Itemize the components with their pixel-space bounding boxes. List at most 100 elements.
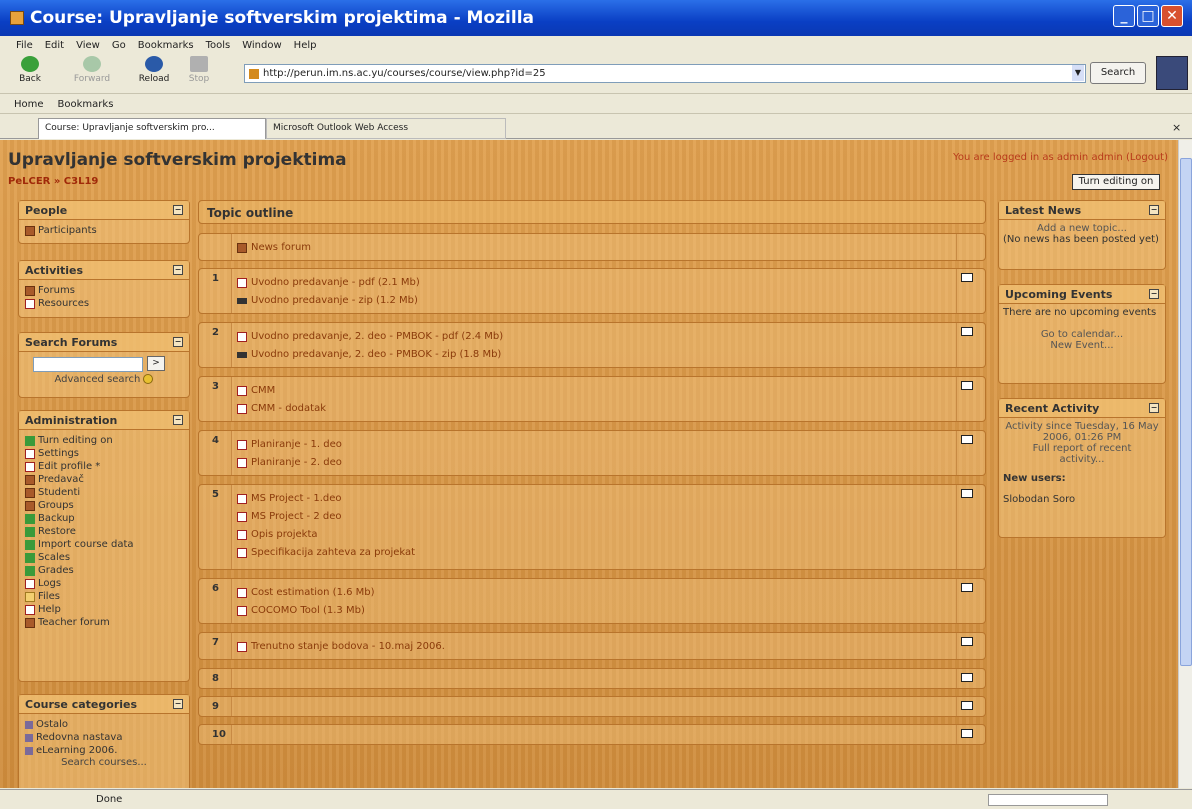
highlight-toggle[interactable] xyxy=(961,327,973,336)
close-button[interactable]: ✕ xyxy=(1161,5,1183,27)
menu-edit[interactable]: Edit xyxy=(45,40,64,51)
admin-import[interactable]: Import course data xyxy=(19,538,189,551)
turn-editing-on-button[interactable]: Turn editing on xyxy=(1072,174,1160,190)
vertical-scrollbar[interactable] xyxy=(1178,140,1192,788)
resource-link[interactable]: Uvodno predavanje, 2. deo - PMBOK - pdf … xyxy=(237,331,503,342)
admin-help[interactable]: Help xyxy=(19,603,189,616)
participants-link[interactable]: Participants xyxy=(19,224,189,237)
highlight-toggle[interactable] xyxy=(961,673,973,682)
resource-link[interactable]: Uvodno predavanje, 2. deo - PMBOK - zip … xyxy=(237,349,501,360)
login-info[interactable]: You are logged in as admin admin (Logout… xyxy=(953,152,1168,163)
category-ostalo[interactable]: Ostalo xyxy=(19,718,189,731)
admin-edit-profile[interactable]: Edit profile * xyxy=(19,460,189,473)
category-redovna-nastava[interactable]: Redovna nastava xyxy=(19,731,189,744)
resource-link[interactable]: Planiranje - 2. deo xyxy=(237,457,342,468)
resource-link[interactable]: CMM xyxy=(237,385,275,396)
tab-course[interactable]: Course: Upravljanje softverskim pro... xyxy=(38,118,266,139)
admin-files[interactable]: Files xyxy=(19,590,189,603)
menu-go[interactable]: Go xyxy=(112,40,126,51)
search-go-button[interactable]: > xyxy=(147,356,165,371)
highlight-toggle[interactable] xyxy=(961,273,973,282)
back-button[interactable]: Back xyxy=(12,56,48,84)
resource-link[interactable]: Planiranje - 1. deo xyxy=(237,439,342,450)
menu-bookmarks[interactable]: Bookmarks xyxy=(138,40,194,51)
category-icon xyxy=(25,720,33,729)
resource-link[interactable]: Uvodno predavanje - zip (1.2 Mb) xyxy=(237,295,418,306)
collapse-icon[interactable]: − xyxy=(173,205,183,215)
course-title: Upravljanje softverskim projektima xyxy=(8,150,347,170)
search-button[interactable]: Search xyxy=(1090,62,1146,84)
forward-button[interactable]: Forward xyxy=(72,56,112,84)
topic-section-5: 5 MS Project - 1.deo MS Project - 2 deo … xyxy=(198,484,986,570)
reload-button[interactable]: Reload xyxy=(134,56,174,84)
admin-groups[interactable]: Groups xyxy=(19,499,189,512)
resource-link[interactable]: Cost estimation (1.6 Mb) xyxy=(237,587,375,598)
highlight-toggle[interactable] xyxy=(961,435,973,444)
admin-restore[interactable]: Restore xyxy=(19,525,189,538)
highlight-toggle[interactable] xyxy=(961,489,973,498)
collapse-icon[interactable]: − xyxy=(1149,205,1159,215)
collapse-icon[interactable]: − xyxy=(173,337,183,347)
forums-link[interactable]: Forums xyxy=(19,284,189,297)
resource-link[interactable]: Opis projekta xyxy=(237,529,318,540)
bookmarks-link[interactable]: Bookmarks xyxy=(58,99,114,110)
url-dropdown[interactable]: ▼ xyxy=(1072,65,1084,81)
admin-teacher-forum[interactable]: Teacher forum xyxy=(19,616,189,629)
add-topic-link[interactable]: Add a new topic... xyxy=(999,223,1165,234)
topic-section-8: 8 xyxy=(198,668,986,689)
admin-predavac[interactable]: Predavač xyxy=(19,473,189,486)
new-event-link[interactable]: New Event... xyxy=(999,340,1165,351)
resource-link[interactable]: MS Project - 2 deo xyxy=(237,511,342,522)
resource-link[interactable]: MS Project - 1.deo xyxy=(237,493,342,504)
resource-link[interactable]: CMM - dodatak xyxy=(237,403,326,414)
highlight-toggle[interactable] xyxy=(961,729,973,738)
tab-bar: Course: Upravljanje softverskim pro... M… xyxy=(0,115,1192,139)
grades-icon xyxy=(25,565,35,576)
close-tab-icon[interactable]: × xyxy=(1172,121,1181,134)
menu-file[interactable]: File xyxy=(16,40,33,51)
advanced-search-link[interactable]: Advanced search xyxy=(19,374,189,385)
go-to-calendar-link[interactable]: Go to calendar... xyxy=(999,329,1165,340)
tab-outlook[interactable]: Microsoft Outlook Web Access xyxy=(266,118,506,139)
search-forums-input[interactable] xyxy=(33,357,143,372)
highlight-toggle[interactable] xyxy=(961,637,973,646)
menu-window[interactable]: Window xyxy=(242,40,281,51)
menu-help[interactable]: Help xyxy=(294,40,317,51)
new-user-link[interactable]: Slobodan Soro xyxy=(999,484,1165,505)
category-elearning[interactable]: eLearning 2006. xyxy=(19,744,189,757)
collapse-icon[interactable]: − xyxy=(1149,289,1159,299)
collapse-icon[interactable]: − xyxy=(173,699,183,709)
stop-button[interactable]: Stop xyxy=(184,56,214,84)
full-report-link[interactable]: Full report of recent activity... xyxy=(999,443,1165,465)
menu-view[interactable]: View xyxy=(76,40,100,51)
url-input[interactable]: http://perun.im.ns.ac.yu/courses/course/… xyxy=(244,64,1086,83)
admin-studenti[interactable]: Studenti xyxy=(19,486,189,499)
admin-settings[interactable]: Settings xyxy=(19,447,189,460)
resource-link[interactable]: Uvodno predavanje - pdf (2.1 Mb) xyxy=(237,277,420,288)
home-bookmark[interactable]: Home xyxy=(14,99,44,110)
resource-link[interactable]: Specifikacija zahteva za projekat xyxy=(237,547,415,558)
maximize-button[interactable]: □ xyxy=(1137,5,1159,27)
collapse-icon[interactable]: − xyxy=(173,265,183,275)
search-forums-block: Search Forums − > Advanced search xyxy=(18,332,190,398)
menu-tools[interactable]: Tools xyxy=(206,40,231,51)
admin-grades[interactable]: Grades xyxy=(19,564,189,577)
resource-link[interactable]: COCOMO Tool (1.3 Mb) xyxy=(237,605,365,616)
highlight-toggle[interactable] xyxy=(961,701,973,710)
highlight-toggle[interactable] xyxy=(961,381,973,390)
zip-icon xyxy=(237,351,247,358)
resources-link[interactable]: Resources xyxy=(19,297,189,310)
admin-turn-editing-on[interactable]: Turn editing on xyxy=(19,434,189,447)
highlight-toggle[interactable] xyxy=(961,583,973,592)
news-forum-link[interactable]: News forum xyxy=(237,242,311,253)
search-courses-link[interactable]: Search courses... xyxy=(19,757,189,768)
admin-scales[interactable]: Scales xyxy=(19,551,189,564)
breadcrumb[interactable]: PeLCER » C3L19 xyxy=(8,176,98,187)
admin-logs[interactable]: Logs xyxy=(19,577,189,590)
admin-backup[interactable]: Backup xyxy=(19,512,189,525)
collapse-icon[interactable]: − xyxy=(173,415,183,425)
minimize-button[interactable]: _ xyxy=(1113,5,1135,27)
scrollbar-thumb[interactable] xyxy=(1180,158,1192,666)
resource-link[interactable]: Trenutno stanje bodova - 10.maj 2006. xyxy=(237,641,445,652)
collapse-icon[interactable]: − xyxy=(1149,403,1159,413)
